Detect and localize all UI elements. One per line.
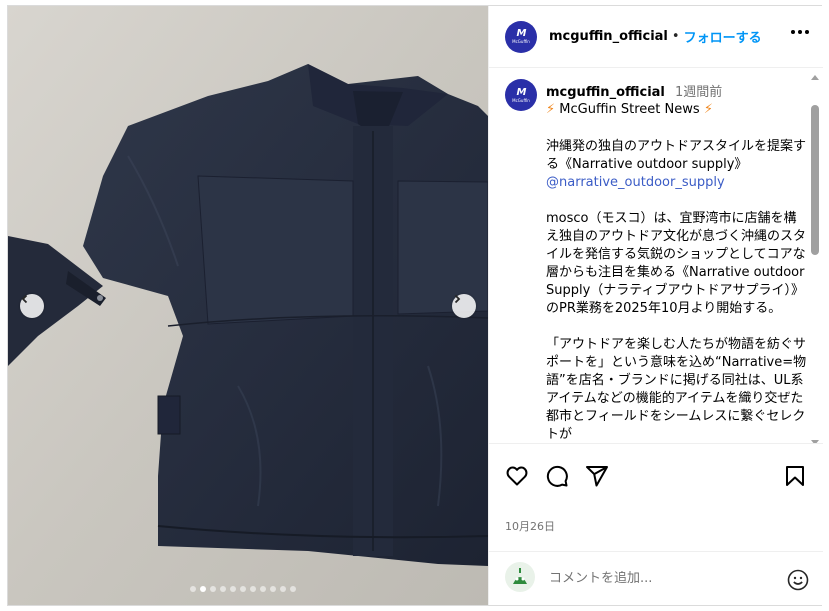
carousel-dot-active <box>200 586 206 592</box>
caption-news-title: ⚡ McGuffin Street News ⚡ <box>546 102 713 117</box>
post-image <box>8 6 488 605</box>
share-send-icon[interactable] <box>585 464 609 492</box>
previous-image-button[interactable] <box>20 294 44 318</box>
caption-time[interactable]: 1週間前 <box>675 85 722 100</box>
lightning-icon: ⚡ <box>546 102 556 117</box>
carousel-indicator <box>190 586 296 592</box>
post-date[interactable]: 10月26日 <box>505 518 555 534</box>
caption-scrollbar[interactable] <box>811 75 819 443</box>
carousel-dot <box>280 586 286 592</box>
carousel-dot <box>290 586 296 592</box>
caption-username[interactable]: mcguffin_official <box>546 85 665 100</box>
brand-logo: M <box>516 28 527 39</box>
separator-dot: • <box>671 29 680 44</box>
lightning-icon: ⚡ <box>703 102 713 117</box>
comment-composer <box>489 551 823 605</box>
next-image-button[interactable] <box>452 294 476 318</box>
brand-logo: M <box>516 86 527 98</box>
avatar[interactable]: M McGuffin <box>505 20 537 53</box>
caption-paragraph-3: 「アウトドアを楽しむ人たちが物語を紡ぐサポートを」という意味を込め“Narrat… <box>546 337 807 442</box>
mention-link[interactable]: @narrative_outdoor_supply <box>546 175 725 190</box>
scrollbar-thumb[interactable] <box>811 105 819 255</box>
more-options-icon[interactable] <box>791 30 809 34</box>
carousel-dot <box>220 586 226 592</box>
carousel-dot <box>210 586 216 592</box>
caption-header: mcguffin_official 1週間前 <box>546 81 722 100</box>
comment-input[interactable] <box>549 571 769 586</box>
emoji-icon[interactable] <box>787 569 809 595</box>
carousel-dot <box>190 586 196 592</box>
carousel-dot <box>260 586 266 592</box>
post-dialog: M McGuffin mcguffin_official • フォローする M … <box>7 5 823 606</box>
post-side-panel: M McGuffin mcguffin_official • フォローする M … <box>488 6 823 605</box>
comment-bubble-icon[interactable] <box>545 464 569 492</box>
user-avatar-icon[interactable] <box>505 561 535 596</box>
bookmark-icon[interactable] <box>783 464 807 492</box>
scroll-down-icon[interactable] <box>811 440 819 443</box>
follow-button[interactable]: フォローする <box>684 27 762 46</box>
news-title: McGuffin Street News <box>559 102 700 117</box>
action-bar <box>489 456 823 496</box>
caption-avatar[interactable]: M McGuffin <box>505 79 537 111</box>
like-heart-icon[interactable] <box>505 464 529 492</box>
brand-logo-text: McGuffin <box>512 97 530 103</box>
caption-body: 沖縄発の独自のアウトドアスタイルを提案する《Narrative outdoor … <box>546 138 808 443</box>
chevron-right-icon <box>454 294 461 304</box>
chevron-left-icon <box>21 294 28 304</box>
carousel-dot <box>270 586 276 592</box>
post-username[interactable]: mcguffin_official <box>549 29 668 44</box>
carousel-dot <box>230 586 236 592</box>
shirt-photo <box>8 6 488 605</box>
caption-paragraph-2: mosco（モスコ）は、宜野湾市に店舗を構え独自のアウトドア文化が息づく沖縄のス… <box>546 211 807 316</box>
post-header: M McGuffin mcguffin_official • フォローする <box>489 6 823 68</box>
brand-logo-text: McGuffin <box>512 39 530 44</box>
caption-paragraph-1: 沖縄発の独自のアウトドアスタイルを提案する《Narrative outdoor … <box>546 139 807 172</box>
scroll-up-icon[interactable] <box>811 75 819 80</box>
caption-section: M McGuffin mcguffin_official 1週間前 ⚡ McGu… <box>489 69 823 444</box>
carousel-dot <box>240 586 246 592</box>
carousel-dot <box>250 586 256 592</box>
